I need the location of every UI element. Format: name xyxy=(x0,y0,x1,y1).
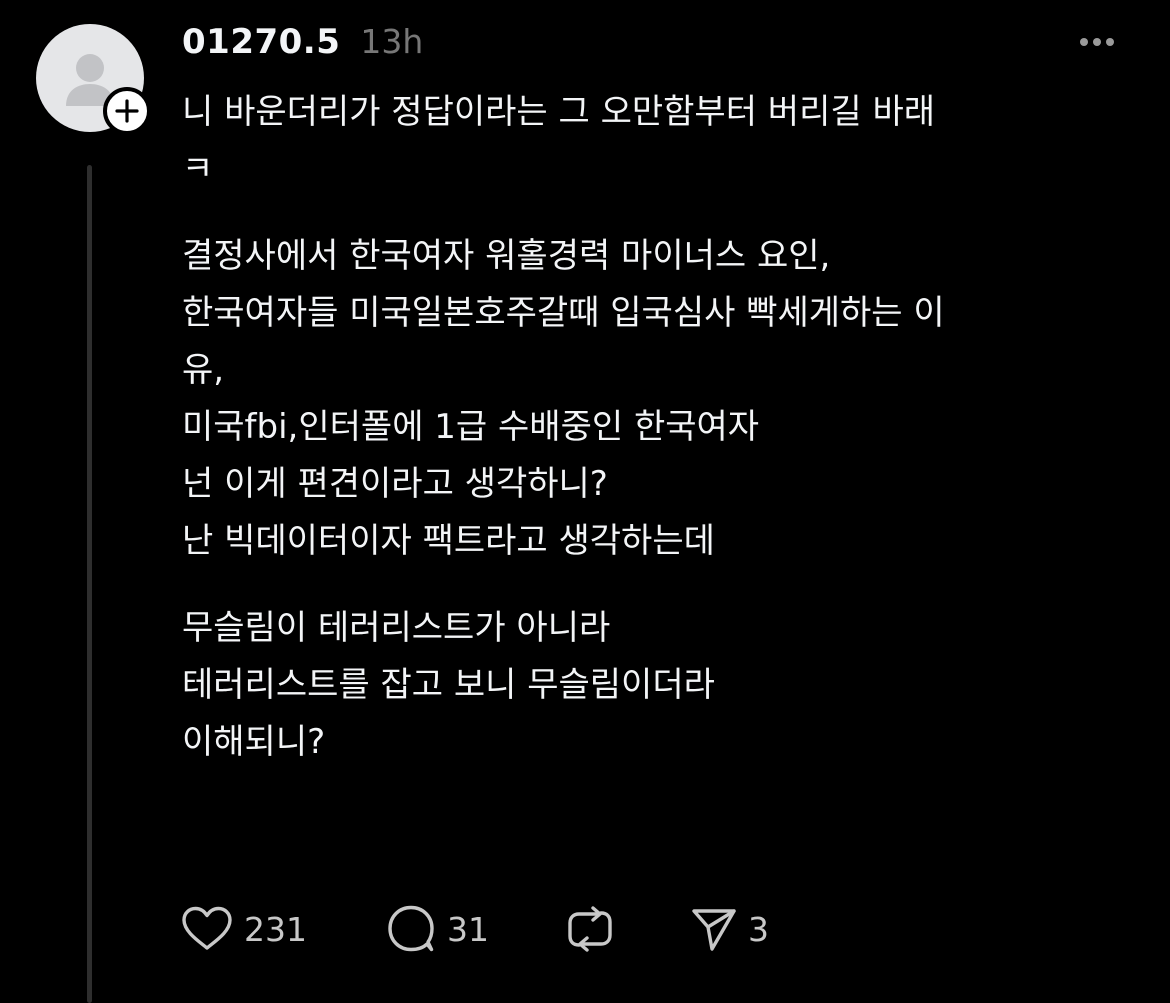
post-text-line: 넌 이게 편견이라고 생각하니? xyxy=(182,464,608,504)
post-body: 니 바운더리가 정답이라는 그 오만함부터 버리길 바래 ㅋ 결정사에서 한국여… xyxy=(182,84,1142,771)
post-paragraph: 니 바운더리가 정답이라는 그 오만함부터 버리길 바래 ㅋ xyxy=(182,84,1142,198)
post-text-line: 이해되니? xyxy=(182,722,326,762)
post-text-line: 니 바운더리가 정답이라는 그 오만함부터 버리길 바래 xyxy=(182,92,936,132)
action-bar: 231 31 3 xyxy=(180,903,769,955)
post-text-line: 유, xyxy=(182,350,225,390)
post-text-line: ㅋ xyxy=(182,149,214,189)
post-text-line: 미국fbi,인터폴에 1급 수배중인 한국여자 xyxy=(182,407,760,447)
timestamp: 13h xyxy=(360,22,424,61)
share-button[interactable]: 3 xyxy=(690,905,769,953)
more-horizontal-icon xyxy=(1080,38,1088,46)
follow-button[interactable] xyxy=(103,87,151,135)
more-options-button[interactable] xyxy=(1080,38,1114,46)
post-text-line: 무슬림이 테러리스트가 아니라 xyxy=(182,608,611,648)
plus-icon xyxy=(115,99,139,123)
send-icon xyxy=(692,909,736,951)
like-count: 231 xyxy=(244,909,307,949)
post-paragraph: 결정사에서 한국여자 워홀경력 마이너스 요인, 한국여자들 미국일본호주갈때 … xyxy=(182,228,1142,570)
post-text-line: 결정사에서 한국여자 워홀경력 마이너스 요인, xyxy=(182,236,831,276)
share-count: 3 xyxy=(748,909,769,949)
comment-button[interactable]: 31 xyxy=(385,904,565,954)
comment-count: 31 xyxy=(447,909,489,949)
post-paragraph: 무슬림이 테러리스트가 아니라 테러리스트를 잡고 보니 무슬림이더라 이해되니… xyxy=(182,600,1142,771)
repost-icon xyxy=(568,906,612,952)
heart-icon xyxy=(182,906,232,950)
comment-bubble-icon xyxy=(388,905,434,952)
post-text-line: 난 빅데이터이자 팩트라고 생각하는데 xyxy=(182,521,715,561)
repost-button[interactable] xyxy=(565,904,690,954)
username[interactable]: 01270.5 xyxy=(182,22,340,62)
post-text-line: 한국여자들 미국일본호주갈때 입국심사 빡세게하는 이 xyxy=(182,293,945,333)
post-text-line: 테러리스트를 잡고 보니 무슬림이더라 xyxy=(182,665,715,705)
thread-line xyxy=(87,165,92,1003)
like-button[interactable]: 231 xyxy=(180,905,385,953)
post-header: 01270.5 13h xyxy=(182,22,423,74)
